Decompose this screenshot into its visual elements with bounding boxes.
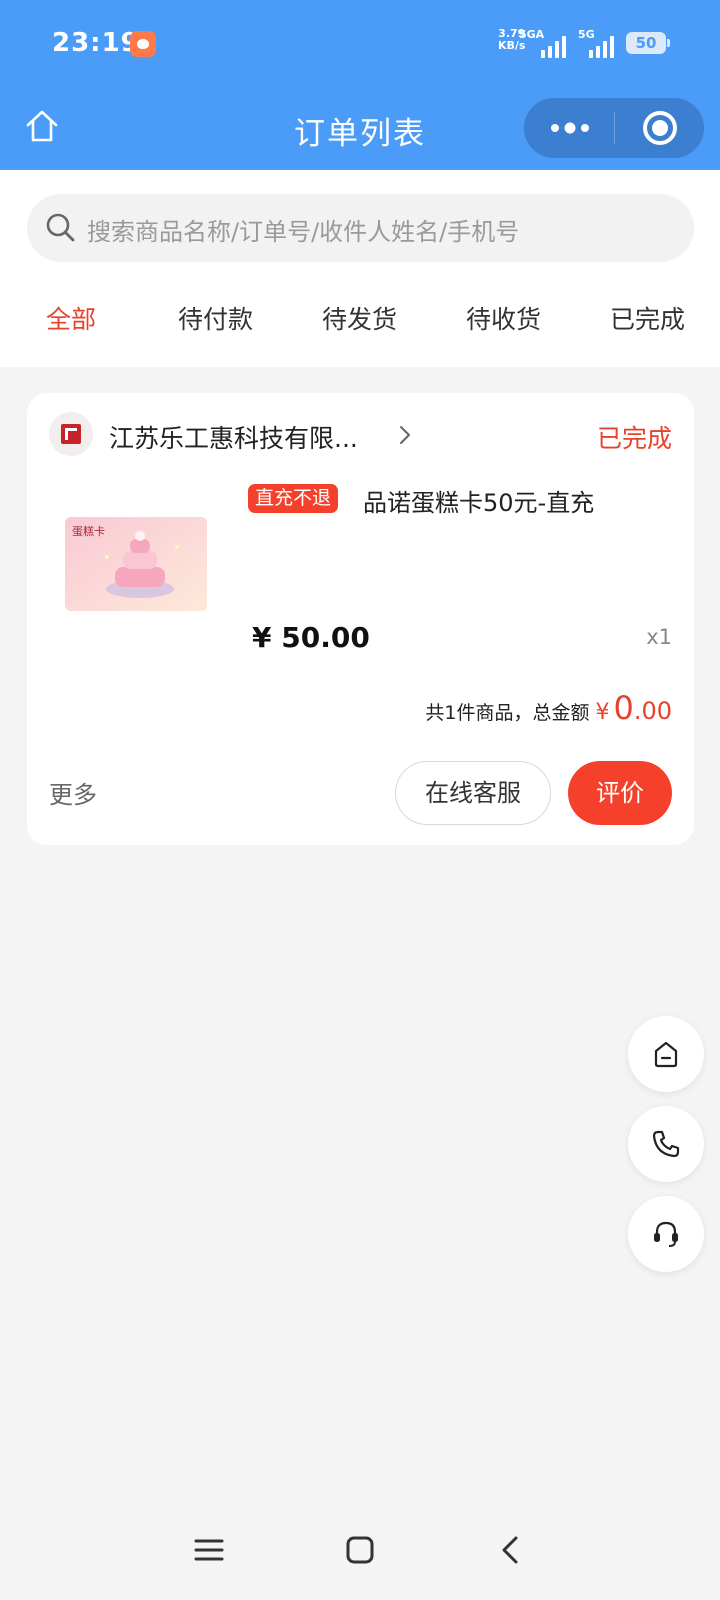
close-miniprogram-icon[interactable] [643, 111, 677, 145]
product-image[interactable]: 蛋糕卡 [65, 517, 207, 611]
tab-all[interactable]: 全部 [46, 300, 96, 336]
chevron-right-icon[interactable] [397, 423, 413, 447]
product-price: ¥ 50.00 [252, 621, 370, 654]
online-service-button[interactable]: 在线客服 [395, 761, 551, 825]
order-status: 已完成 [596, 424, 672, 453]
mini-program-capsule [524, 98, 704, 158]
product-image-label: 蛋糕卡 [72, 524, 105, 538]
product-name[interactable]: 品诺蛋糕卡50元-直充 [363, 483, 594, 518]
total-amount-decimal: .00 [633, 697, 672, 725]
search-input[interactable]: 搜索商品名称/订单号/收件人姓名/手机号 [27, 194, 694, 262]
review-button[interactable]: 评价 [568, 761, 672, 825]
signal-icon-2: 5G [570, 28, 614, 58]
status-bar: 23:19 3.79 KB/s 5GA 5G 50 [0, 0, 720, 90]
product-quantity: x1 [646, 625, 672, 649]
more-options-icon[interactable] [548, 116, 592, 140]
non-refundable-tag: 直充不退 [248, 484, 339, 513]
home-square-icon[interactable] [343, 1533, 377, 1567]
float-phone-button[interactable] [628, 1106, 704, 1182]
app-notification-icon [130, 31, 156, 57]
home-icon [654, 1041, 678, 1068]
back-icon[interactable] [494, 1533, 528, 1567]
app-header: 23:19 3.79 KB/s 5GA 5G 50 订单列表 [0, 0, 720, 170]
store-logo [49, 412, 93, 456]
total-currency: ¥ [595, 700, 610, 725]
system-navigation-bar [0, 1515, 720, 1600]
signal-icon-1: 5GA [518, 28, 566, 58]
status-time: 23:19 [52, 28, 140, 58]
float-support-button[interactable] [628, 1196, 704, 1272]
tab-completed[interactable]: 已完成 [610, 300, 685, 336]
order-total: 共1件商品，总金额 ¥ 0 .00 [425, 689, 672, 727]
float-home-button[interactable] [628, 1016, 704, 1092]
phone-icon [652, 1130, 680, 1158]
total-amount-integer: 0 [613, 689, 634, 727]
order-card[interactable]: 江苏乐工惠科技有限... 已完成 蛋糕卡 直充不退 品诺蛋糕卡50元-直充 ¥ … [27, 393, 694, 845]
capsule-divider [614, 112, 615, 144]
headset-icon [654, 1221, 678, 1247]
tab-pending-shipment[interactable]: 待发货 [322, 300, 397, 336]
store-name[interactable]: 江苏乐工惠科技有限... [109, 419, 358, 455]
battery-icon: 50 [626, 32, 670, 54]
search-section: 搜索商品名称/订单号/收件人姓名/手机号 全部 待付款 待发货 待收货 已完成 [0, 170, 720, 367]
search-icon [46, 213, 75, 242]
menu-icon[interactable] [192, 1533, 226, 1567]
order-tabs: 全部 待付款 待发货 待收货 已完成 [0, 290, 720, 350]
tab-pending-receipt[interactable]: 待收货 [466, 300, 541, 336]
search-placeholder: 搜索商品名称/订单号/收件人姓名/手机号 [87, 218, 520, 246]
tab-pending-payment[interactable]: 待付款 [178, 300, 253, 336]
order-summary-label: 共1件商品，总金额 [425, 702, 590, 724]
more-link[interactable]: 更多 [49, 775, 97, 810]
